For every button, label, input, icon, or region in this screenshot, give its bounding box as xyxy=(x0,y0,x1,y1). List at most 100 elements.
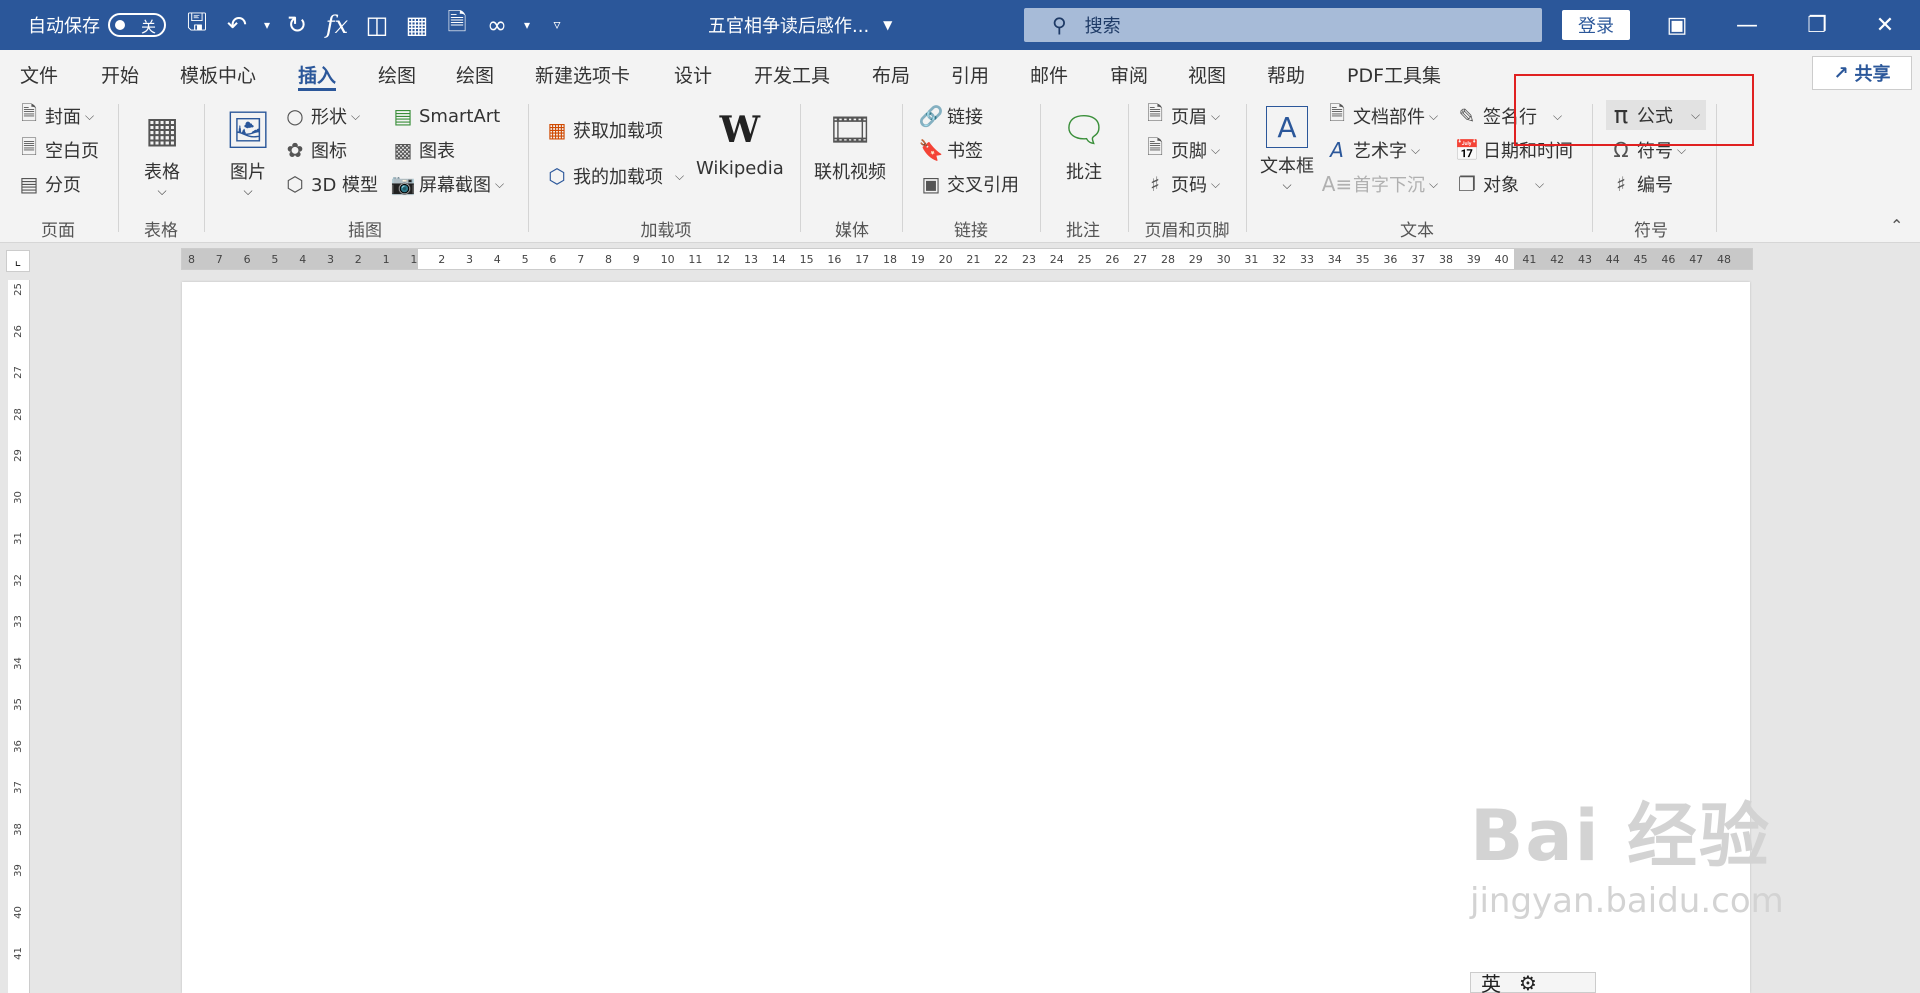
customize-toolbar-icon[interactable]: ▿ xyxy=(540,8,574,42)
tab-home[interactable]: 开始 xyxy=(101,50,139,98)
comment-button[interactable]: 🗨 批注 xyxy=(1060,106,1108,184)
tab-templates[interactable]: 模板中心 xyxy=(180,50,256,98)
select-icon[interactable]: ◫ xyxy=(360,8,394,42)
shapes-label: 形状 xyxy=(311,107,347,128)
redo-icon[interactable]: ↻ xyxy=(280,8,314,42)
save-icon[interactable]: 🖫 xyxy=(180,8,214,42)
tab-mailings[interactable]: 邮件 xyxy=(1030,50,1068,98)
page-break-button[interactable]: ▤ 分页 xyxy=(16,170,81,198)
ruler-tick: 29 xyxy=(1188,253,1203,266)
infinity-dropdown-icon[interactable]: ▾ xyxy=(520,8,534,42)
horizontal-ruler[interactable]: 8 7 6 5 4 3 2 1 1 2 3 4 5 6 7 8 9 10 11 12 13 14 15 16 17 18 19 20 2… xyxy=(181,248,1753,270)
blank-page-icon: 🗏 xyxy=(20,135,38,159)
ruler-tick-vertical: 35 xyxy=(12,698,24,711)
page-number-button[interactable]: ♯ 页码 ⌵ xyxy=(1142,170,1220,198)
number-label: 编号 xyxy=(1637,175,1673,196)
ruler-tick: 7 xyxy=(215,253,223,266)
number-icon: ♯ xyxy=(1616,172,1626,196)
ruler-tick: 5 xyxy=(271,253,279,266)
cube-icon: ⬡ xyxy=(286,172,304,196)
tab-pdf-tools[interactable]: PDF工具集 xyxy=(1347,50,1441,98)
tab-file[interactable]: 文件 xyxy=(20,50,58,98)
picture-button[interactable]: 🖼 图片 ⌵ xyxy=(224,106,272,199)
tab-references[interactable]: 引用 xyxy=(951,50,989,98)
autosave-toggle[interactable]: 关 xyxy=(108,13,166,37)
quick-parts-button[interactable]: 🗎 文档部件 ⌵ xyxy=(1324,101,1438,130)
infinity-icon[interactable]: ∞ xyxy=(480,8,514,42)
formula-icon[interactable]: fx xyxy=(320,8,354,42)
ruler-tick: 3 xyxy=(327,253,334,266)
chart-button[interactable]: ▩ 图表 xyxy=(390,136,455,164)
wikipedia-label: Wikipedia xyxy=(696,158,784,179)
share-button[interactable]: ↗ 共享 xyxy=(1812,56,1912,90)
my-addins-button[interactable]: ⬡ 我的加载项 ⌵ xyxy=(544,162,684,190)
ruler-tick: 15 xyxy=(799,253,814,266)
tab-new[interactable]: 新建选项卡 xyxy=(535,50,630,98)
tab-draw[interactable]: 绘图 xyxy=(378,50,416,98)
tab-layout[interactable]: 布局 xyxy=(872,50,910,98)
footer-button[interactable]: 🗎 页脚 ⌵ xyxy=(1142,135,1220,164)
ruler-tick-vertical: 41 xyxy=(12,947,24,960)
tab-developer[interactable]: 开发工具 xyxy=(754,50,830,98)
group-divider xyxy=(118,104,119,232)
page-break-icon: ▤ xyxy=(19,172,39,196)
header-icon: 🗎 xyxy=(1146,101,1164,125)
text-box-button[interactable]: A 文本框 ⌵ xyxy=(1260,106,1314,193)
ime-bar[interactable]: 英 ⚙ xyxy=(1470,971,1596,993)
undo-dropdown-icon[interactable]: ▾ xyxy=(260,8,274,42)
ruler-tick: 33 xyxy=(1300,253,1314,266)
shapes-button[interactable]: ○ 形状 ⌵ xyxy=(282,102,360,130)
blank-page-button[interactable]: 🗏 空白页 xyxy=(16,135,99,164)
title-dropdown-icon[interactable]: ▼ xyxy=(883,18,892,32)
document-title[interactable]: 五官相争读后感作... ▼ xyxy=(708,0,892,50)
screenshot-icon: 📷 xyxy=(390,172,416,196)
bookmark-button[interactable]: 🔖 书签 xyxy=(918,136,983,164)
drop-cap-button[interactable]: A≡ 首字下沉 ⌵ xyxy=(1322,170,1438,198)
3d-model-button[interactable]: ⬡ 3D 模型 xyxy=(282,170,378,198)
number-button[interactable]: ♯ 编号 xyxy=(1608,170,1673,198)
tab-selector[interactable]: ⌞ xyxy=(6,250,30,272)
group-label-media: 媒体 xyxy=(835,221,869,241)
chart-icon: ▩ xyxy=(393,138,413,162)
restore-icon[interactable]: ❐ xyxy=(1782,0,1852,50)
cross-reference-button[interactable]: ▣ 交叉引用 xyxy=(918,170,1019,198)
cover-button[interactable]: 🗎 封面 ⌵ xyxy=(16,101,94,130)
collapse-ribbon-icon[interactable]: ⌃ xyxy=(1890,216,1903,235)
ruler-tick: 23 xyxy=(1022,253,1036,266)
table-button[interactable]: ▦ 表格 ⌵ xyxy=(138,106,186,199)
group-divider xyxy=(800,104,801,232)
close-icon[interactable]: ✕ xyxy=(1850,0,1920,50)
get-addins-button[interactable]: ▦ 获取加载项 xyxy=(544,116,663,144)
tab-view[interactable]: 视图 xyxy=(1188,50,1226,98)
search-box[interactable]: ⚲ 搜索 xyxy=(1024,8,1542,42)
chevron-down-icon: ⌵ xyxy=(1535,176,1545,191)
icons-button[interactable]: ✿ 图标 xyxy=(282,136,347,164)
header-button[interactable]: 🗎 页眉 ⌵ xyxy=(1142,101,1220,130)
object-button[interactable]: ❐ 对象 ⌵ xyxy=(1454,170,1544,198)
group-divider xyxy=(1246,104,1247,232)
tab-insert[interactable]: 插入 xyxy=(298,50,337,98)
undo-icon[interactable]: ↶ xyxy=(220,8,254,42)
screenshot-button[interactable]: 📷 屏幕截图 ⌵ xyxy=(390,170,505,198)
tab-help[interactable]: 帮助 xyxy=(1267,50,1305,98)
online-video-button[interactable]: 🎞 联机视频 xyxy=(814,106,886,184)
ruler-tick: 44 xyxy=(1605,253,1620,266)
footer-icon: 🗎 xyxy=(1146,135,1164,159)
smartart-button[interactable]: ▤ SmartArt xyxy=(390,102,501,130)
tab-review[interactable]: 审阅 xyxy=(1110,50,1148,98)
login-button[interactable]: 登录 xyxy=(1562,10,1630,40)
minimize-icon[interactable]: — xyxy=(1712,0,1782,50)
ruler-tick: 2 xyxy=(438,253,446,266)
org-chart-icon[interactable]: ▦ xyxy=(400,8,434,42)
ime-language[interactable]: 英 xyxy=(1481,968,1501,993)
document-icon[interactable]: 🗎 xyxy=(440,8,474,42)
link-button[interactable]: 🔗 链接 xyxy=(918,102,983,130)
wikipedia-button[interactable]: W Wikipedia xyxy=(696,106,784,179)
wordart-button[interactable]: A 艺术字 ⌵ xyxy=(1324,136,1420,164)
vertical-ruler[interactable]: 25 26 27 28 29 30 31 32 33 34 35 36 37 38 39 40 41 xyxy=(8,280,30,993)
ribbon-display-icon[interactable]: ▣ xyxy=(1642,0,1712,50)
tab-draw-2[interactable]: 绘图 xyxy=(456,50,494,98)
tab-design[interactable]: 设计 xyxy=(674,50,712,98)
quick-access-toolbar: 🖫 ↶ ▾ ↻ fx ◫ ▦ 🗎 ∞ ▾ ▿ xyxy=(180,0,574,50)
ime-settings-icon[interactable]: ⚙ xyxy=(1519,971,1537,993)
